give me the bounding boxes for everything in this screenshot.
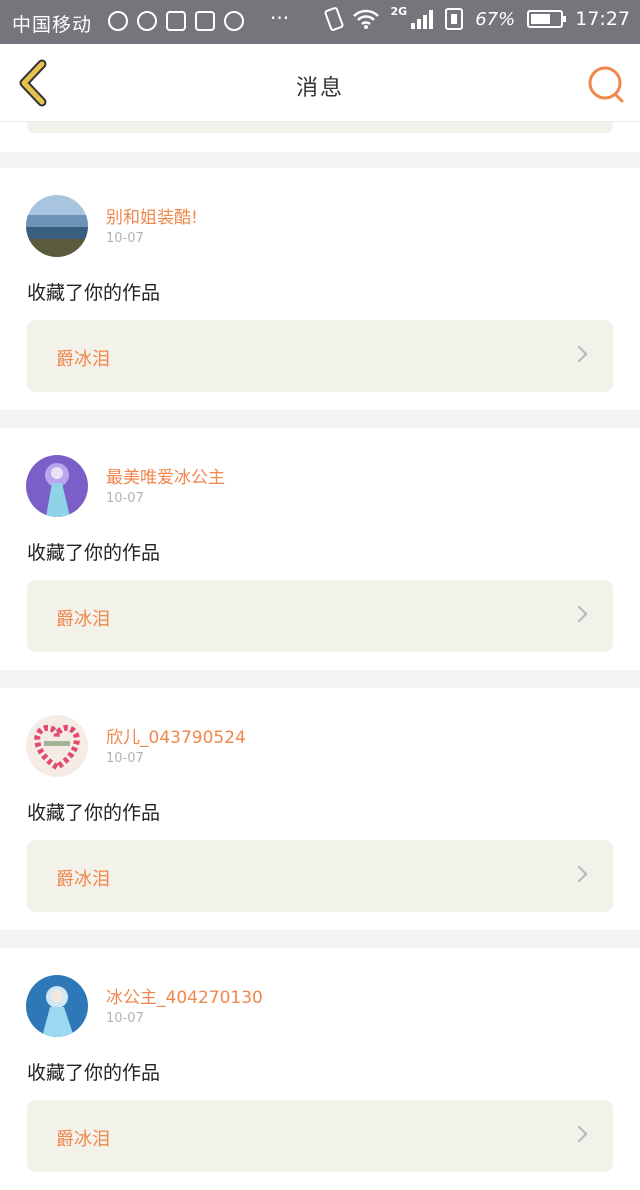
notification-icons — [108, 11, 244, 31]
carrier-name: 中国移动 — [12, 14, 93, 36]
battery-percent: 67% — [475, 8, 516, 30]
username[interactable]: 欣儿_043790524 — [106, 723, 246, 748]
avatar[interactable] — [26, 455, 88, 517]
work-title: 爵冰泪 — [56, 609, 110, 630]
work-title: 爵冰泪 — [56, 869, 110, 890]
chevron-right-icon — [570, 605, 588, 623]
message-card: 别和姐装酷! 10-07 收藏了你的作品 爵冰泪 — [0, 168, 640, 410]
work-link[interactable]: 爵冰泪 — [27, 320, 613, 392]
avatar[interactable] — [26, 195, 88, 257]
message-text: 收藏了你的作品 — [27, 1062, 161, 1084]
message-date: 10-07 — [106, 491, 144, 506]
message-date: 10-07 — [106, 231, 144, 246]
message-card: 冰公主_404270130 10-07 收藏了你的作品 爵冰泪 — [0, 948, 640, 1190]
page-title: 消息 — [295, 76, 344, 101]
message-card: 欣儿_043790524 10-07 收藏了你的作品 爵冰泪 — [0, 688, 640, 930]
message-text: 收藏了你的作品 — [27, 542, 161, 564]
chevron-right-icon — [570, 345, 588, 363]
message-text: 收藏了你的作品 — [27, 802, 161, 824]
navigation-bar: 消息 — [0, 44, 640, 122]
work-link[interactable]: 爵冰泪 — [27, 580, 613, 652]
download-icon — [166, 11, 186, 31]
search-button[interactable] — [586, 64, 626, 104]
message-text: 收藏了你的作品 — [27, 282, 161, 304]
status-bar: 中国移动 ··· 2G 67% 17:27 — [0, 0, 640, 44]
username[interactable]: 别和姐装酷! — [106, 203, 198, 228]
vibrate-icon — [323, 6, 344, 32]
avatar[interactable] — [26, 975, 88, 1037]
message-date: 10-07 — [106, 751, 144, 766]
app-notification-icon — [224, 11, 244, 31]
chevron-right-icon — [570, 865, 588, 883]
work-link[interactable]: 爵冰泪 — [27, 840, 613, 912]
message-card: 最美唯爱冰公主 10-07 收藏了你的作品 爵冰泪 — [0, 428, 640, 670]
username[interactable]: 最美唯爱冰公主 — [106, 463, 225, 488]
battery-icon — [527, 10, 567, 28]
username[interactable]: 冰公主_404270130 — [106, 983, 263, 1008]
work-title: 爵冰泪 — [56, 1129, 110, 1150]
image-icon — [195, 11, 215, 31]
signal-icon — [411, 9, 434, 29]
hotspot-icon — [108, 11, 128, 31]
app-notification-icon — [137, 11, 157, 31]
avatar[interactable] — [26, 715, 88, 777]
work-link-partial[interactable] — [27, 122, 613, 133]
chevron-right-icon — [570, 1125, 588, 1143]
sim-icon — [445, 8, 464, 30]
more-notifications-icon: ··· — [270, 6, 290, 30]
wifi-icon — [352, 9, 379, 29]
message-card-partial — [0, 122, 640, 152]
clock: 17:27 — [575, 8, 630, 30]
work-link[interactable]: 爵冰泪 — [27, 1100, 613, 1172]
work-title: 爵冰泪 — [56, 349, 110, 370]
network-type: 2G — [390, 4, 408, 18]
message-date: 10-07 — [106, 1011, 144, 1026]
